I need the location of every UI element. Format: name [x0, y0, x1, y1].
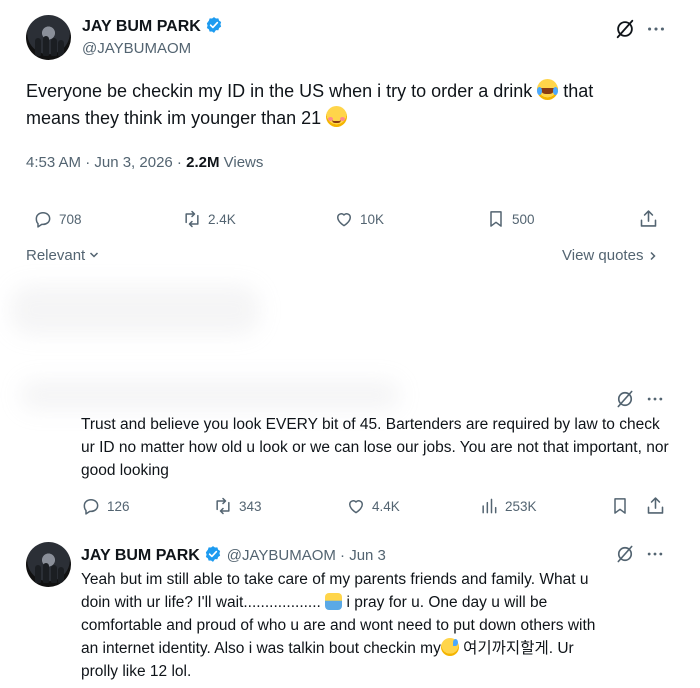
- grok-icon[interactable]: [615, 544, 635, 564]
- more-options-icon[interactable]: [645, 544, 665, 564]
- like-button[interactable]: 4.4K: [346, 496, 400, 516]
- views-label: Views: [223, 154, 264, 171]
- views-count: 2.2M: [186, 154, 220, 171]
- joy-emoji-icon: [537, 79, 559, 100]
- bookmark-count: 500: [512, 211, 535, 227]
- retweet-button[interactable]: 343: [213, 496, 262, 516]
- chevron-down-icon: [90, 252, 99, 258]
- views-count: 253K: [505, 498, 537, 514]
- sweat-smile-emoji-icon: [440, 638, 459, 656]
- redacted-region: [10, 285, 260, 335]
- retweet-icon: [216, 497, 230, 515]
- verified-badge-icon: [206, 546, 221, 562]
- redacted-region: [20, 380, 400, 410]
- retweet-button[interactable]: 2.4K: [182, 209, 236, 229]
- analytics-icon: [482, 498, 497, 514]
- retweet-count: 343: [239, 498, 262, 514]
- retweet-count: 2.4K: [208, 211, 236, 227]
- more-options-icon[interactable]: [645, 389, 665, 409]
- share-icon[interactable]: [645, 495, 666, 516]
- verified-badge-icon: [207, 17, 222, 33]
- bookmark-icon[interactable]: [610, 496, 630, 516]
- blush-emoji-icon: [326, 106, 348, 127]
- retweet-icon: [185, 210, 199, 228]
- chevron-right-icon: [650, 251, 656, 261]
- tweet-timestamp[interactable]: 4:53 AM · Jun 3, 2026 ·: [26, 154, 182, 171]
- reply-icon: [83, 499, 99, 515]
- reply-button[interactable]: 708: [33, 209, 82, 229]
- share-icon[interactable]: [638, 208, 659, 229]
- like-count: 10K: [360, 211, 385, 227]
- author-name[interactable]: JAY BUM PARK: [81, 547, 200, 564]
- bookmark-icon: [490, 211, 502, 227]
- reply-count: 126: [107, 498, 130, 514]
- reply-text: Yeah but im still able to take care of m…: [81, 571, 596, 680]
- reply-button[interactable]: 126: [81, 496, 130, 516]
- more-options-icon[interactable]: [645, 18, 667, 40]
- grok-icon[interactable]: [615, 389, 635, 409]
- main-avatar[interactable]: [26, 15, 71, 60]
- sort-dropdown[interactable]: Relevant: [26, 247, 99, 264]
- author-handle[interactable]: @JAYBUMAOM: [82, 40, 191, 57]
- heart-icon: [337, 213, 351, 227]
- bookmark-button[interactable]: 500: [486, 209, 535, 229]
- heart-icon: [349, 500, 363, 514]
- reply-icon: [35, 212, 51, 228]
- author-handle-date[interactable]: @JAYBUMAOM · Jun 3: [227, 547, 386, 564]
- view-quotes-link[interactable]: View quotes: [562, 247, 658, 264]
- like-button[interactable]: 10K: [334, 209, 384, 229]
- reply-avatar[interactable]: [26, 542, 71, 587]
- like-count: 4.4K: [372, 498, 400, 514]
- reply-count: 708: [59, 211, 82, 227]
- views-button[interactable]: 253K: [479, 496, 537, 516]
- reply-text: Trust and believe you look EVERY bit of …: [81, 416, 669, 479]
- grok-icon[interactable]: [614, 18, 636, 40]
- tweet-text: Everyone be checkin my ID in the US when…: [26, 79, 594, 128]
- author-name[interactable]: JAY BUM PARK: [82, 18, 201, 35]
- person-bowing-emoji-icon: [325, 593, 343, 610]
